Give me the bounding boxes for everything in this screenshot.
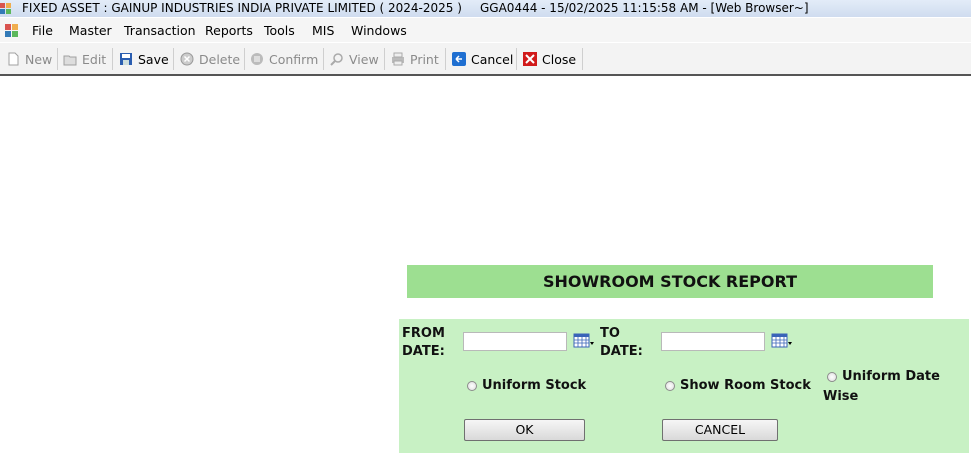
menu-mis[interactable]: MIS bbox=[312, 23, 334, 38]
edit-button-label: Edit bbox=[82, 51, 107, 67]
delete-icon bbox=[180, 52, 194, 66]
uniform-date-wise-radio[interactable]: Uniform Date bbox=[827, 369, 940, 384]
delete-button[interactable]: Delete bbox=[180, 50, 240, 68]
toolbar-separator bbox=[323, 48, 324, 70]
session-info: GGA0444 - 15/02/2025 11:15:58 AM - [Web … bbox=[480, 1, 809, 15]
menu-reports[interactable]: Reports bbox=[205, 23, 253, 38]
cancel-button-label: Cancel bbox=[471, 51, 514, 67]
show-room-stock-radio[interactable]: Show Room Stock bbox=[665, 378, 811, 393]
report-filter-panel: FROM DATE: TO DATE: Uniform Stock Show R… bbox=[399, 319, 969, 453]
from-date-calendar-icon[interactable] bbox=[573, 333, 595, 349]
confirm-icon bbox=[251, 53, 263, 65]
toolbar-separator bbox=[57, 48, 58, 70]
uniform-stock-radio[interactable]: Uniform Stock bbox=[467, 378, 586, 393]
report-cancel-button[interactable]: CANCEL bbox=[662, 419, 778, 441]
radio-circle[interactable] bbox=[827, 371, 837, 382]
menu-file[interactable]: File bbox=[32, 23, 53, 38]
confirm-button[interactable]: Confirm bbox=[250, 50, 318, 68]
window-title: FIXED ASSET : GAINUP INDUSTRIES INDIA PR… bbox=[22, 1, 462, 15]
uniform-date-wise-label-line1: Uniform Date bbox=[842, 369, 940, 384]
cancel-button[interactable]: Cancel bbox=[452, 50, 513, 68]
report-title: SHOWROOM STOCK REPORT bbox=[407, 265, 933, 298]
save-disk-icon bbox=[120, 53, 132, 65]
uniform-date-wise-label-line2: Wise bbox=[823, 389, 859, 404]
radio-circle[interactable] bbox=[665, 380, 675, 391]
new-document-icon bbox=[8, 52, 19, 66]
to-date-label-line1: TO bbox=[600, 326, 620, 341]
delete-button-label: Delete bbox=[199, 51, 241, 67]
edit-folder-icon bbox=[63, 55, 77, 66]
new-button[interactable]: New bbox=[6, 50, 52, 68]
cancel-icon bbox=[452, 52, 466, 66]
toolbar-separator bbox=[445, 48, 446, 70]
from-date-label-line1: FROM bbox=[402, 326, 445, 341]
close-button-label: Close bbox=[542, 51, 577, 67]
print-button-label: Print bbox=[410, 51, 439, 67]
app-icon bbox=[0, 3, 11, 14]
printer-icon bbox=[392, 52, 404, 66]
from-date-label-line2: DATE: bbox=[402, 344, 445, 359]
toolbar-separator bbox=[582, 48, 583, 70]
menu-windows[interactable]: Windows bbox=[351, 23, 407, 38]
to-date-calendar-icon[interactable] bbox=[771, 333, 793, 349]
toolbar: New Edit Save Delete Confirm View Print … bbox=[0, 43, 971, 76]
confirm-button-label: Confirm bbox=[269, 51, 319, 67]
print-button[interactable]: Print bbox=[391, 50, 439, 68]
ok-button[interactable]: OK bbox=[464, 419, 585, 441]
close-icon bbox=[523, 52, 537, 66]
view-button-label: View bbox=[349, 51, 379, 67]
close-button[interactable]: Close bbox=[523, 50, 576, 68]
save-button[interactable]: Save bbox=[119, 50, 169, 68]
menu-master[interactable]: Master bbox=[69, 23, 112, 38]
toolbar-separator bbox=[244, 48, 245, 70]
toolbar-separator bbox=[173, 48, 174, 70]
new-button-label: New bbox=[25, 51, 53, 67]
menu-transaction[interactable]: Transaction bbox=[124, 23, 196, 38]
window-menu-icon[interactable] bbox=[5, 23, 19, 37]
toolbar-separator bbox=[384, 48, 385, 70]
toolbar-separator bbox=[112, 48, 113, 70]
edit-button[interactable]: Edit bbox=[63, 50, 106, 68]
from-date-input[interactable] bbox=[463, 332, 567, 351]
show-room-stock-label: Show Room Stock bbox=[680, 378, 811, 393]
view-button[interactable]: View bbox=[330, 50, 379, 68]
to-date-input[interactable] bbox=[661, 332, 765, 351]
radio-circle[interactable] bbox=[467, 380, 477, 391]
to-date-label-line2: DATE: bbox=[600, 344, 643, 359]
toolbar-separator bbox=[516, 48, 517, 70]
uniform-stock-label: Uniform Stock bbox=[482, 378, 587, 393]
save-button-label: Save bbox=[138, 51, 169, 67]
menu-tools[interactable]: Tools bbox=[264, 23, 295, 38]
window-title-bar: FIXED ASSET : GAINUP INDUSTRIES INDIA PR… bbox=[0, 0, 971, 17]
menu-bar: File Master Transaction Reports Tools MI… bbox=[0, 18, 971, 42]
magnifier-icon bbox=[330, 53, 343, 66]
